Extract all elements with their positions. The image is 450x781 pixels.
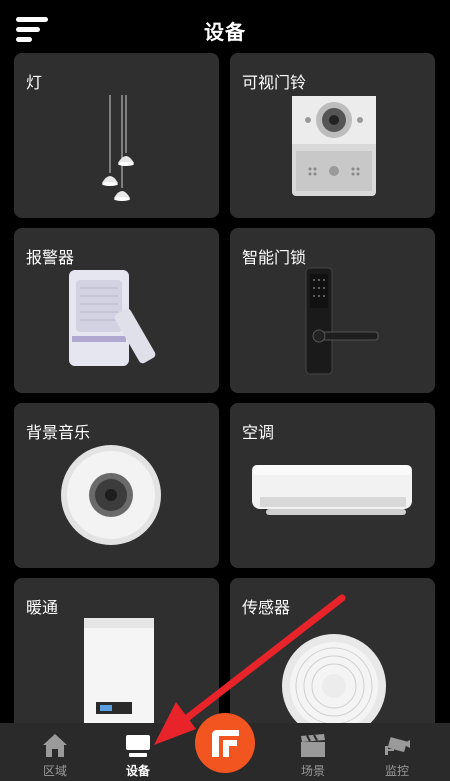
device-grid: 灯 可视门铃 报警器 智能门锁 背景音乐 空调 暖通 传感器: [14, 53, 436, 723]
f-logo-icon: [212, 730, 239, 757]
device-card-sensor[interactable]: 传感器: [230, 578, 435, 723]
monitor-icon: [126, 735, 150, 757]
tab-scenes[interactable]: 场景: [273, 723, 353, 781]
tab-devices[interactable]: 设备: [98, 723, 178, 781]
tab-label: 监控: [384, 764, 409, 778]
alarm-device-image: [69, 270, 156, 366]
device-card-air-conditioner[interactable]: 空调: [230, 403, 435, 568]
home-icon: [43, 734, 67, 757]
center-action-button[interactable]: [195, 713, 255, 773]
device-card-hvac[interactable]: 暖通: [14, 578, 219, 723]
tab-label: 设备: [125, 764, 150, 778]
device-card-background-music[interactable]: 背景音乐: [14, 403, 219, 568]
device-card-alarm[interactable]: 报警器: [14, 228, 219, 393]
boiler-image: [84, 618, 154, 723]
page-title: 设备: [204, 20, 246, 44]
tab-label: 区域: [42, 764, 67, 778]
device-card-smart-lock[interactable]: 智能门锁: [230, 228, 435, 393]
smoke-sensor-image: [282, 634, 386, 723]
pendant-lamp-image: [102, 95, 134, 201]
smart-lock-image: [305, 267, 379, 375]
air-conditioner-image: [252, 465, 412, 515]
music-panel-image: [61, 445, 161, 545]
video-doorbell-image: [292, 96, 376, 196]
camera-icon: [385, 737, 410, 755]
device-card-video-doorbell[interactable]: 可视门铃: [230, 53, 435, 218]
tab-monitor[interactable]: 监控: [357, 723, 437, 781]
clapperboard-icon: [301, 734, 325, 757]
device-card-light[interactable]: 灯: [14, 53, 219, 218]
tab-label: 场景: [300, 764, 325, 778]
tab-area[interactable]: 区域: [15, 723, 95, 781]
header: 设备: [0, 0, 450, 60]
